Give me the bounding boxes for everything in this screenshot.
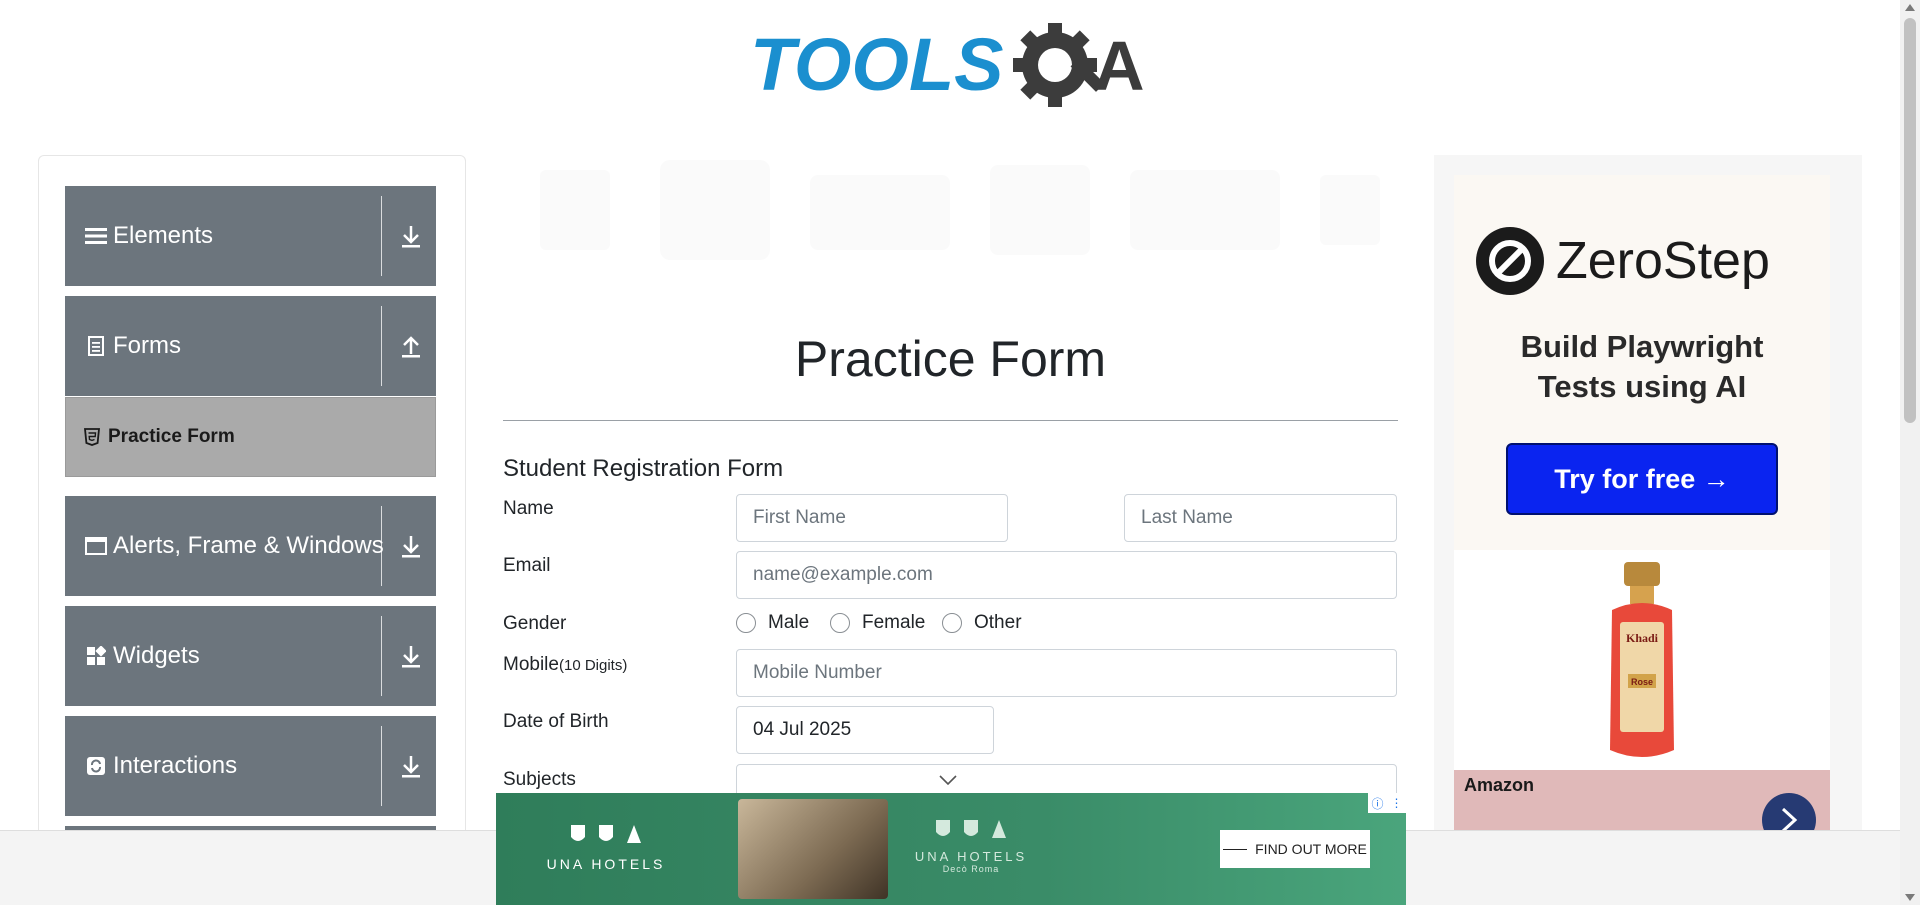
sidebar-item-practice-form[interactable]: Practice Form [65, 397, 436, 477]
download-arrow-icon[interactable] [399, 752, 423, 780]
download-arrow-icon[interactable] [399, 642, 423, 670]
page: TOOLS A Elements Forms Practice Form Ale… [0, 0, 1920, 905]
sidebar: Elements Forms Practice Form Alerts, Fra… [38, 155, 466, 905]
una-sub-brand: Decò Roma [942, 864, 1000, 874]
find-out-more-button[interactable]: FIND OUT MORE [1220, 830, 1370, 868]
una-hotels-text: UNA HOTELS [546, 856, 666, 872]
right-ad[interactable]: ZeroStep Build Playwright Tests using AI… [1434, 155, 1862, 905]
sidebar-group-label: Forms [113, 332, 181, 359]
divider [381, 306, 382, 386]
sidebar-group-label: Alerts, Frame & Windows [113, 532, 384, 559]
una-hotels-ad[interactable]: UNA HOTELS UNA HOTELS Decò Roma FIND OUT… [496, 793, 1406, 905]
try-for-free-button[interactable]: Try for free → [1506, 443, 1778, 515]
cta-label: FIND OUT MORE [1255, 841, 1367, 857]
sidebar-group-label: Interactions [113, 752, 238, 779]
mobile-input[interactable] [736, 649, 1397, 697]
radio-label: Male [768, 612, 810, 633]
refresh-icon [85, 755, 107, 777]
divider [381, 726, 382, 806]
una-logo-icon [571, 825, 641, 843]
subjects-label: Subjects [503, 769, 576, 790]
dob-value: 04 Jul 2025 [753, 719, 852, 740]
logo-text-a: A [1094, 27, 1145, 105]
amazon-product-card[interactable]: Khadi Rose [1454, 550, 1830, 780]
grid-icon [85, 645, 107, 667]
gender-label: Gender [503, 613, 567, 634]
html5-icon [84, 428, 100, 446]
cta-dash [1223, 848, 1248, 850]
toolsqa-logo[interactable]: TOOLS A [750, 20, 1155, 112]
hotel-room-photo [738, 799, 888, 899]
email-input[interactable] [736, 551, 1397, 599]
gear-icon [1013, 23, 1105, 107]
sidebar-group-label: Widgets [113, 642, 200, 669]
radio-label: Female [862, 612, 926, 633]
vertical-scrollbar[interactable] [1900, 0, 1920, 905]
mobile-hint: (10 Digits) [558, 657, 628, 674]
email-label: Email [503, 555, 551, 576]
download-arrow-icon[interactable] [399, 222, 423, 250]
product-variant-label: Rose [1631, 677, 1653, 687]
sidebar-group-alerts[interactable]: Alerts, Frame & Windows [65, 496, 436, 596]
una-hotels-text: UNA HOTELS [914, 849, 1028, 864]
scroll-thumb[interactable] [1904, 18, 1916, 423]
radio-circle[interactable] [942, 613, 962, 633]
product-bottle-image: Khadi Rose [1610, 562, 1674, 757]
zerostep-brand: ZeroStep [1556, 232, 1770, 290]
title-divider [503, 420, 1398, 421]
radio-circle[interactable] [830, 613, 850, 633]
divider [381, 196, 382, 276]
zerostep-tagline: Build Playwright Tests using AI [1454, 327, 1830, 407]
more-options-icon[interactable]: ⋮ [1390, 796, 1402, 810]
window-icon [85, 535, 107, 557]
dob-label: Date of Birth [503, 711, 609, 732]
form-heading: Student Registration Form [503, 455, 784, 482]
dob-input[interactable]: 04 Jul 2025 [736, 706, 994, 754]
gender-radio-other[interactable]: Other [942, 612, 1022, 634]
product-brand-label: Khadi [1626, 631, 1659, 645]
tagline-line: Build Playwright [1520, 329, 1764, 364]
divider [381, 616, 382, 696]
tagline-line: Tests using AI [1537, 369, 1747, 404]
download-arrow-icon[interactable] [399, 532, 423, 560]
document-icon [85, 335, 107, 357]
gender-radio-male[interactable]: Male [736, 612, 809, 634]
info-icon[interactable]: ⓘ [1371, 795, 1383, 812]
una-hotels-brand-left: UNA HOTELS [526, 823, 686, 872]
radio-label: Other [974, 612, 1022, 633]
divider [381, 506, 382, 586]
page-title: Practice Form [794, 331, 1107, 387]
scroll-down-arrow-icon[interactable] [1905, 894, 1915, 901]
una-logo-icon [936, 820, 1006, 838]
gender-radio-female[interactable]: Female [830, 612, 925, 634]
mobile-label: Mobile(10 Digits) [503, 654, 627, 676]
amazon-label: Amazon [1464, 775, 1535, 795]
name-label: Name [503, 498, 554, 519]
logo-text-tools: TOOLS [750, 23, 1004, 106]
sidebar-item-label: Practice Form [108, 426, 235, 447]
sidebar-group-elements[interactable]: Elements [65, 186, 436, 286]
scroll-up-arrow-icon[interactable] [1905, 4, 1915, 11]
upload-arrow-icon[interactable] [399, 332, 423, 360]
radio-circle[interactable] [736, 613, 756, 633]
first-name-input[interactable] [736, 494, 1008, 542]
una-hotels-brand-right: UNA HOTELS Decò Roma [891, 818, 1051, 874]
last-name-input[interactable] [1124, 494, 1397, 542]
zerostep-ad-card[interactable]: ZeroStep Build Playwright Tests using AI… [1454, 175, 1830, 550]
mobile-label-text: Mobile [503, 654, 559, 675]
chevron-down-icon [939, 775, 957, 785]
banner-placeholder [520, 150, 1400, 270]
sidebar-group-forms[interactable]: Forms [65, 296, 436, 396]
ad-info-controls[interactable]: ⓘ ⋮ [1368, 793, 1406, 813]
zerostep-logo-icon [1476, 227, 1544, 295]
sidebar-group-interactions[interactable]: Interactions [65, 716, 436, 816]
sidebar-group-label: Elements [113, 222, 214, 249]
sidebar-group-widgets[interactable]: Widgets [65, 606, 436, 706]
hamburger-icon [85, 225, 107, 247]
